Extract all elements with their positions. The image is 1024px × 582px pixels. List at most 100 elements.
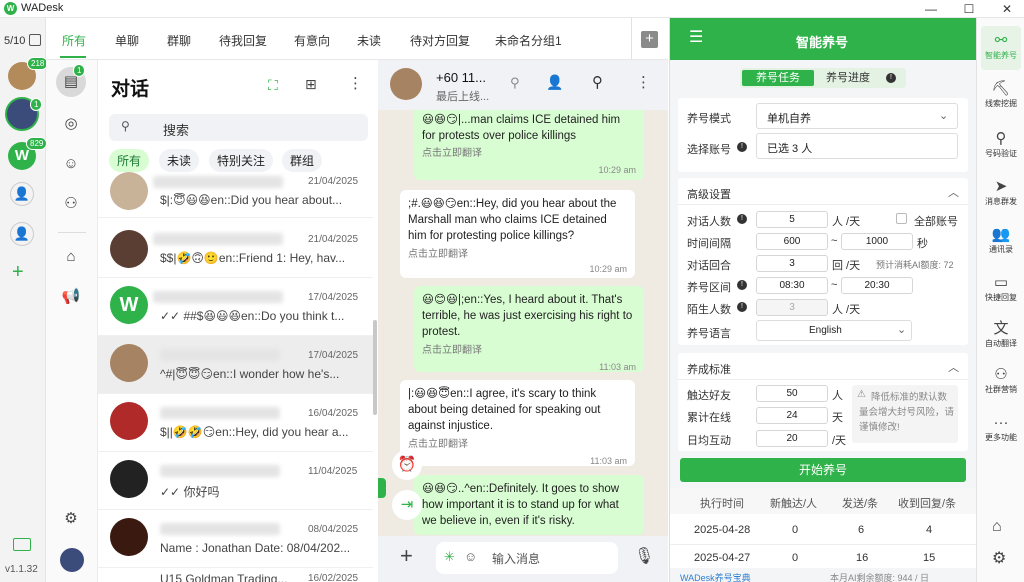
start-nurture-button[interactable]: 开始养号 [680, 458, 966, 482]
monitor-icon[interactable] [13, 538, 31, 551]
tab-awaiting-my-reply[interactable]: 待我回复 [219, 32, 267, 49]
close-button[interactable]: ✕ [992, 0, 1022, 18]
settings-icon[interactable]: ⚙ [56, 504, 86, 534]
pin-icon[interactable]: ⚲ [510, 75, 520, 91]
list-item[interactable]: U15 Goldman Trading... 16/02/2025 [98, 568, 373, 582]
chevron-up-icon[interactable]: ︿ [948, 359, 959, 375]
sidebar-item-contacts[interactable]: 👥 通讯录 [977, 226, 1024, 255]
list-item[interactable]: 11/04/2025 ✓✓ 你好吗 [98, 452, 373, 510]
interval-min-input[interactable]: 600 [756, 233, 828, 250]
scrollbar[interactable] [373, 320, 377, 415]
language-select[interactable]: English ⌄ [756, 320, 912, 341]
more-menu-icon[interactable]: ⋮ [348, 74, 363, 92]
tab-nurture-progress[interactable]: 养号进度 [826, 70, 870, 86]
emoji-icon[interactable]: ☺ [464, 549, 477, 564]
online-days-input[interactable]: 24 [756, 407, 828, 424]
account-select[interactable]: 已选 3 人 [756, 133, 958, 159]
rounds-input[interactable]: 3 [756, 255, 828, 272]
contact-avatar[interactable] [390, 68, 422, 100]
microphone-icon[interactable]: 🎙 [634, 546, 654, 566]
interval-max-input[interactable]: 1000 [841, 233, 913, 250]
sidebar-item-lead-mining[interactable]: ⛏ 线索挖掘 [977, 80, 1024, 109]
nurture-guide-link[interactable]: WADesk养号宝典 [680, 571, 751, 582]
filter-unread[interactable]: 未读 [159, 149, 200, 172]
sidebar-item-quick-reply[interactable]: ▭ 快捷回复 [977, 274, 1024, 303]
profile-avatar[interactable] [60, 548, 84, 572]
tab-awaiting-their-reply[interactable]: 待对方回复 [410, 32, 470, 49]
collapse-sidebar-icon[interactable] [29, 34, 41, 46]
search-input[interactable]: 搜索 [163, 120, 189, 139]
sidebar-item-auto-translate[interactable]: 文 自动翻译 [977, 320, 1024, 349]
filter-all[interactable]: 所有 [109, 149, 150, 172]
broadcast-icon[interactable]: 📢 [56, 282, 86, 312]
list-item[interactable]: 21/04/2025 $|:😇😃😆en::Did you hear about.… [98, 172, 373, 218]
tab-interested[interactable]: 有意向 [294, 32, 330, 49]
settings-icon[interactable]: ⚙ [992, 548, 1006, 568]
add-group-icon[interactable]: + [641, 31, 658, 48]
tab-group-chat[interactable]: 群聊 [167, 32, 191, 49]
tab-nurture-task[interactable]: 养号任务 [742, 70, 814, 86]
tab-all[interactable]: 所有 [62, 32, 86, 49]
translate-link[interactable]: 点击立即翻译 [422, 343, 636, 359]
more-menu-icon[interactable]: ⋮ [636, 73, 651, 91]
new-chat-icon[interactable]: ⊞ [305, 76, 317, 93]
menu-icon[interactable]: ☰ [689, 30, 703, 46]
sidebar-item-bulk-send[interactable]: ➤ 消息群发 [977, 178, 1024, 207]
list-item[interactable]: 08/04/2025 Name : Jonathan Date: 08/04/2… [98, 510, 373, 568]
chat-list-panel: 对话 ⛶ ⊞ ⋮ ⚲ 搜索 所有 未读 特别关注 群组 21/04/2025 $… [98, 60, 378, 582]
message-input-box[interactable]: ✳ ☺ 输入消息 [436, 542, 618, 574]
search-box[interactable]: ⚲ 搜索 [109, 114, 368, 141]
panel-tabs: 养号任务 养号进度 ! [740, 68, 906, 88]
start-time-input[interactable]: 08:30 [756, 277, 828, 294]
communities-icon[interactable]: ⚇ [56, 189, 86, 219]
attach-icon[interactable]: + [400, 545, 413, 567]
list-item-selected[interactable]: 17/04/2025 ^#|😇😇😏en::I wonder how he's..… [98, 336, 373, 394]
list-item[interactable]: W 17/04/2025 ✓✓ ##$😆😃😆en::Do you think t… [98, 278, 373, 336]
translate-link[interactable]: 点击立即翻译 [408, 437, 627, 453]
daily-interaction-input[interactable]: 20 [756, 430, 828, 447]
image-chat-icon[interactable]: ⛶ [268, 77, 278, 94]
store-icon[interactable]: ⌂ [56, 242, 86, 272]
mode-select[interactable]: 单机自养 ⌄ [756, 103, 958, 129]
search-icon[interactable]: ⚲ [592, 73, 603, 91]
end-time-input[interactable]: 20:30 [841, 277, 913, 294]
quick-reply-icon[interactable]: ✳ [444, 549, 455, 565]
minimize-button[interactable]: — [916, 0, 946, 18]
tab-unread[interactable]: 未读 [357, 32, 381, 49]
tab-unnamed-group[interactable]: 未命名分组1 [495, 32, 562, 49]
add-contact-icon[interactable]: 👤 [546, 74, 563, 91]
sidebar-item-more[interactable]: ··· 更多功能 [977, 414, 1024, 443]
empty-account-icon[interactable]: 👤 [10, 222, 34, 246]
contact-name [153, 233, 283, 245]
expand-handle[interactable] [378, 478, 386, 498]
contact-avatar [110, 518, 148, 556]
stranger-count-input[interactable]: 3 [756, 299, 828, 316]
empty-account-icon[interactable]: 👤 [10, 182, 34, 206]
sidebar-item-community-marketing[interactable]: ⚇ 社群营销 [977, 366, 1024, 395]
sidebar-item-number-verify[interactable]: ⚲ 号码验证 [977, 130, 1024, 159]
maximize-button[interactable]: ☐ [954, 0, 984, 18]
status-icon[interactable]: ◎ [56, 109, 86, 139]
row-label: 时间间隔 [687, 238, 731, 250]
filter-groups[interactable]: 群组 [282, 149, 323, 172]
chevron-up-icon[interactable]: ︿ [948, 184, 959, 200]
translate-link[interactable]: 点击立即翻译 [422, 146, 636, 162]
message-incoming: |:😃😆😇en::I agree, it's scary to think ab… [400, 380, 635, 466]
filter-starred[interactable]: 特别关注 [209, 149, 274, 172]
tab-single-chat[interactable]: 单聊 [115, 32, 139, 49]
store-icon[interactable]: ⌂ [992, 518, 1002, 536]
channels-icon[interactable]: ☺ [56, 149, 86, 179]
sidebar-item-smart-nurture[interactable]: ⚯ 智能养号 [977, 32, 1024, 61]
chat-count-input[interactable]: 5 [756, 211, 828, 228]
message-input[interactable]: 输入消息 [492, 550, 540, 567]
contact-avatar [110, 460, 148, 498]
add-account-icon[interactable]: + [12, 262, 24, 282]
alarm-icon[interactable]: ⏰ [392, 450, 422, 480]
reach-friends-input[interactable]: 50 [756, 385, 828, 402]
list-item[interactable]: 16/04/2025 $||🤣🤣😏en::Hey, did you hear a… [98, 394, 373, 452]
list-item[interactable]: 21/04/2025 $$|🤣🙃🙂en::Friend 1: Hey, hav.… [98, 220, 373, 278]
ai-quota-estimate: 预计消耗AI额度: 72 [876, 260, 954, 270]
login-icon[interactable]: ⇥ [392, 490, 422, 520]
contact-name[interactable]: +60 11... [436, 70, 486, 85]
all-accounts-checkbox[interactable] [896, 213, 907, 224]
